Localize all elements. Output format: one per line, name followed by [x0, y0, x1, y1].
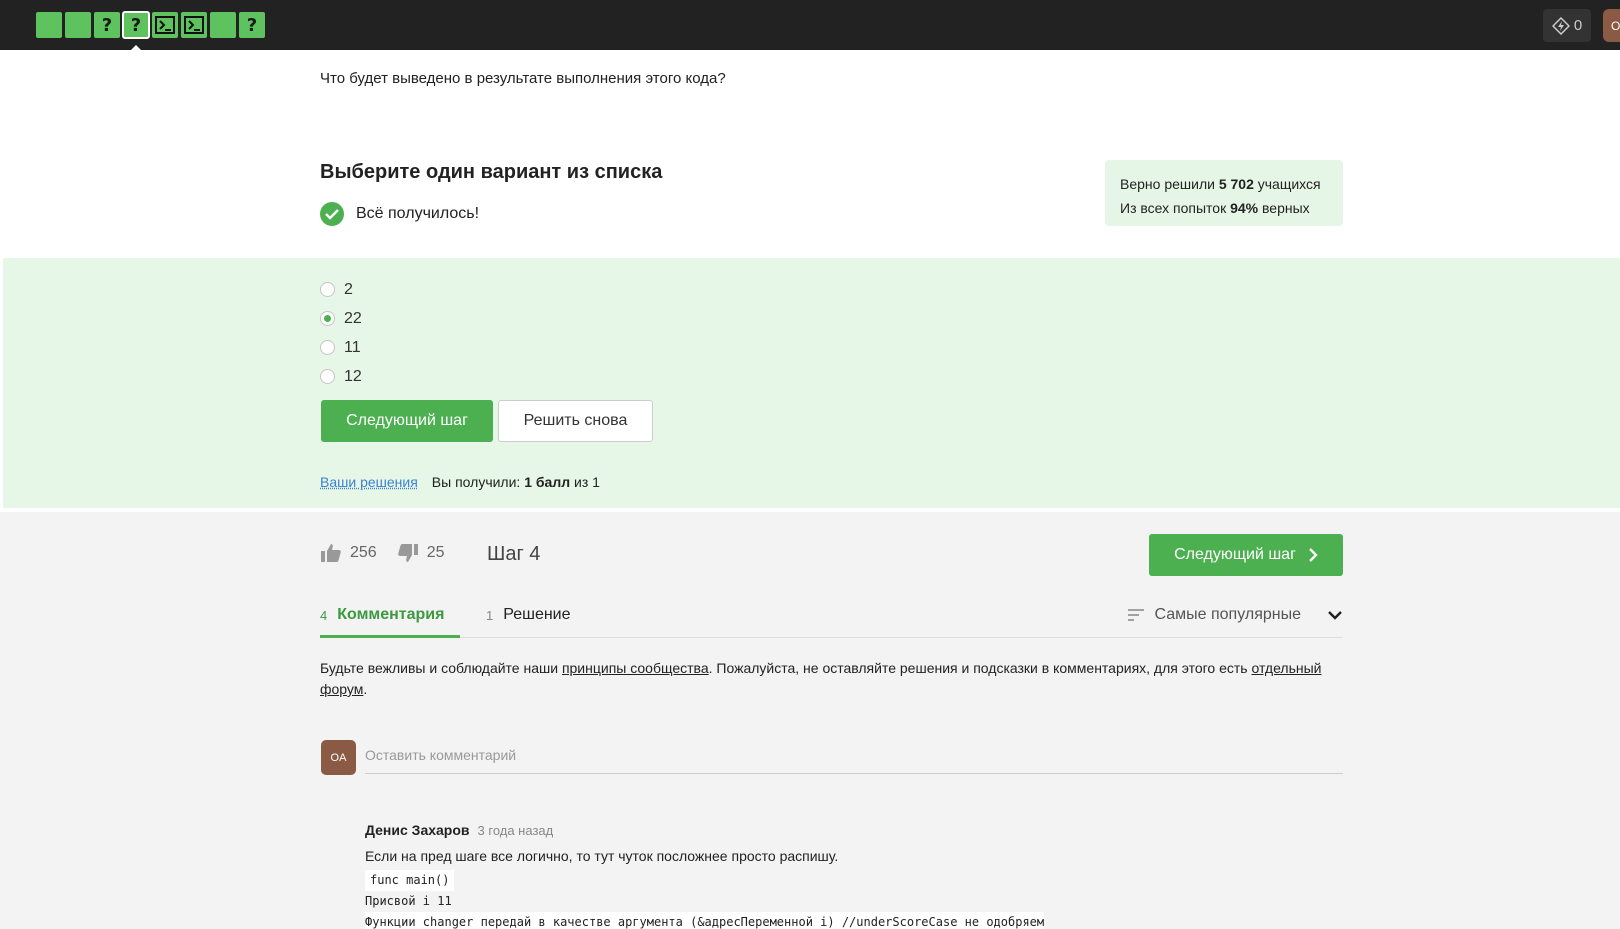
solved-suffix: учащихся: [1257, 176, 1321, 192]
comment-item: Денис Захаров 3 года назад Если на пред …: [365, 822, 1125, 929]
chevron-down-icon: [1328, 611, 1342, 620]
attempts-stat: Из всех попыток 94% верных: [1120, 196, 1328, 220]
solved-prefix: Верно решили: [1120, 176, 1215, 192]
discussion-tabs: 4 Комментария 1 Решение Самые популярные: [320, 598, 1343, 638]
tab-comments[interactable]: 4 Комментария: [320, 598, 460, 638]
tab-count: 4: [320, 608, 328, 623]
option-label: 11: [344, 338, 361, 356]
user-avatar[interactable]: O: [1603, 9, 1620, 42]
top-navbar: ? ? ? 0 O: [0, 0, 1620, 52]
terminal-icon: [155, 16, 175, 34]
solved-count: 5 702: [1218, 176, 1254, 192]
success-text: Всё получилось!: [356, 205, 480, 222]
stats-panel: Верно решили 5 702 учащихся Из всех попы…: [1105, 160, 1343, 226]
option-label: 2: [344, 280, 353, 298]
step-tile-1[interactable]: [36, 12, 62, 38]
success-message: Всё получилось!: [320, 202, 479, 226]
score-max: из 1: [574, 474, 600, 490]
thumbs-down-icon: [397, 544, 418, 562]
attempts-prefix: Из всех попыток: [1120, 200, 1227, 216]
chevron-right-icon: [1309, 548, 1318, 562]
option-item[interactable]: 2: [320, 275, 362, 304]
options-list: 2 22 11 12: [320, 275, 362, 391]
radio-button[interactable]: [320, 340, 335, 355]
step-tile-6-terminal-icon[interactable]: [181, 12, 207, 38]
comment-header: Денис Захаров 3 года назад: [365, 822, 1125, 838]
next-step-button-footer[interactable]: Следующий шаг: [1149, 534, 1343, 576]
step-tile-7[interactable]: [210, 12, 236, 38]
radio-button[interactable]: [320, 282, 335, 297]
sort-icon: [1127, 609, 1144, 621]
sort-dropdown[interactable]: Самые популярные: [1127, 606, 1343, 624]
results-row: Ваши решения Вы получили: 1 балл из 1: [320, 474, 600, 490]
step-tiles: ? ? ?: [36, 11, 265, 52]
energy-count: 0: [1573, 17, 1583, 34]
select-title: Выберите один вариант из списка: [320, 161, 663, 183]
option-label: 12: [344, 367, 362, 385]
dislike-count: 25: [426, 544, 445, 561]
code-line: func main(): [365, 870, 455, 891]
your-solutions-link[interactable]: Ваши решения: [320, 474, 418, 490]
comment-code: func main() Присвой i 11 Функции changer…: [365, 870, 1125, 929]
tab-solutions[interactable]: 1 Решение: [486, 598, 571, 638]
comment-input[interactable]: Оставить комментарий: [365, 744, 1343, 774]
next-step-button[interactable]: Следующий шаг: [321, 400, 493, 442]
code-line: Функции changer передай в качестве аргум…: [365, 912, 1045, 929]
step-tile-8-question-icon[interactable]: ?: [239, 12, 265, 38]
retry-button[interactable]: Решить снова: [498, 400, 653, 442]
score-prefix: Вы получили:: [431, 474, 521, 490]
step-tile-5-terminal-icon[interactable]: [152, 12, 178, 38]
terminal-icon: [184, 16, 204, 34]
sort-label: Самые популярные: [1154, 606, 1301, 623]
check-circle-icon: [320, 202, 344, 226]
community-principles-link[interactable]: принципы сообщества: [562, 660, 709, 676]
option-label: 22: [344, 309, 362, 327]
option-item[interactable]: 11: [320, 333, 362, 362]
radio-button-checked[interactable]: [320, 311, 335, 326]
step-label: Шаг 4: [487, 543, 541, 565]
votes: 256 25: [320, 543, 465, 563]
tab-count: 1: [486, 608, 494, 623]
code-line: Присвой i 11: [365, 894, 452, 908]
radio-button[interactable]: [320, 369, 335, 384]
tab-label: Решение: [503, 606, 571, 623]
rules-text-1: Будьте вежливы и соблюдайте наши: [320, 660, 562, 676]
score-value: 1 балл: [524, 474, 571, 490]
energy-counter[interactable]: 0: [1543, 9, 1591, 42]
energy-icon: [1551, 16, 1570, 35]
comment-author[interactable]: Денис Захаров: [365, 822, 470, 838]
like-count: 256: [350, 544, 377, 561]
like-button[interactable]: 256: [320, 543, 377, 563]
community-rules-notice: Будьте вежливы и соблюдайте наши принцип…: [320, 658, 1330, 700]
step-tile-3-question-icon[interactable]: ?: [94, 12, 120, 38]
option-item[interactable]: 12: [320, 362, 362, 391]
thumbs-up-icon: [321, 544, 341, 562]
answer-area: [3, 258, 1620, 508]
step-tile-4-question-icon[interactable]: ?: [122, 11, 150, 52]
attempts-percent: 94%: [1230, 200, 1259, 216]
avatar: OA: [321, 740, 356, 775]
score-text: Вы получили: 1 балл из 1: [432, 474, 600, 490]
step-tile-2[interactable]: [65, 12, 91, 38]
question-text: Что будет выведено в результате выполнен…: [320, 70, 726, 87]
rules-text-2: . Пожалуйста, не оставляйте решения и по…: [708, 660, 1252, 676]
attempts-suffix: верных: [1262, 200, 1310, 216]
solved-stat: Верно решили 5 702 учащихся: [1120, 172, 1328, 196]
dislike-button[interactable]: 25: [397, 543, 445, 563]
tab-label: Комментария: [337, 606, 445, 623]
comment-time[interactable]: 3 года назад: [478, 823, 554, 838]
comment-text: Если на пред шаге все логично, то тут чу…: [365, 848, 839, 864]
next-step-label: Следующий шаг: [1174, 546, 1296, 563]
option-item[interactable]: 22: [320, 304, 362, 333]
rules-text-3: .: [363, 681, 368, 697]
